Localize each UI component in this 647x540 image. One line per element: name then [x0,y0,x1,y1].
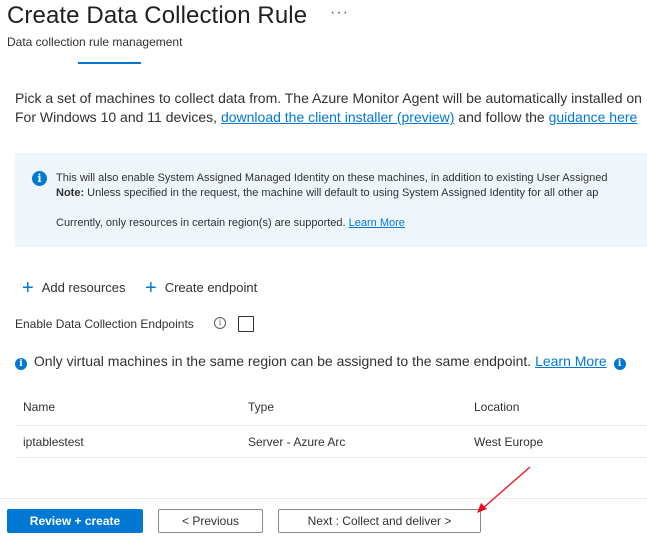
previous-button[interactable]: < Previous [158,509,263,533]
description-line-1: Pick a set of machines to collect data f… [15,90,642,106]
info-tooltip-icon[interactable]: i [214,317,226,329]
next-collect-deliver-button[interactable]: Next : Collect and deliver > [278,509,481,533]
endpoint-note-text: Only virtual machines in the same region… [33,353,536,369]
footer-divider [0,498,647,499]
description-prefix: For Windows 10 and 11 devices, [15,109,221,125]
more-options-icon[interactable]: ··· [330,4,349,22]
table-divider [15,425,647,426]
note-text: Unless specified in the request, the mac… [84,187,599,199]
plus-icon: + [22,277,34,299]
table-divider [15,457,647,458]
page-subtitle: Data collection rule management [7,35,183,49]
info-icon: i [32,171,47,186]
add-resources-label: Add resources [41,280,126,295]
page-title: Create Data Collection Rule [7,2,308,29]
row-location-cell: West Europe [474,435,544,449]
endpoint-note: i Only virtual machines in the same regi… [15,353,626,370]
row-type-cell: Server - Azure Arc [248,435,346,449]
enable-endpoints-label: Enable Data Collection Endpoints [15,317,194,331]
info-banner-line-1: This will also enable System Assigned Ma… [56,172,608,184]
plus-icon: + [145,277,157,299]
info-banner-line-2: Note: Unless specified in the request, t… [56,187,598,199]
info-banner: i This will also enable System Assigned … [15,153,647,247]
review-create-button[interactable]: Review + create [7,509,143,533]
description-line-2: For Windows 10 and 11 devices, download … [15,109,637,125]
enable-endpoints-checkbox[interactable] [238,316,254,332]
column-header-type[interactable]: Type [248,400,274,414]
region-learn-more-link[interactable]: Learn More [349,217,405,229]
description-middle: and follow the [454,109,549,125]
create-endpoint-button[interactable]: + Create endpoint [145,277,257,300]
info-icon: i [15,358,27,370]
row-name-cell: iptablestest [23,435,84,449]
column-header-name[interactable]: Name [23,400,55,414]
active-tab-indicator [78,62,141,64]
endpoint-learn-more-link[interactable]: Learn More [535,353,607,369]
info-banner-line-3: Currently, only resources in certain reg… [56,217,405,229]
download-client-installer-link[interactable]: download the client installer (preview) [221,109,454,125]
annotation-arrow [477,466,531,513]
region-support-text: Currently, only resources in certain reg… [56,217,349,229]
note-label: Note: [56,187,85,199]
guidance-here-link[interactable]: guidance here [549,109,638,125]
column-header-location[interactable]: Location [474,400,519,414]
create-endpoint-label: Create endpoint [164,280,258,295]
info-icon[interactable]: i [613,358,626,370]
add-resources-button[interactable]: + Add resources [22,277,126,300]
